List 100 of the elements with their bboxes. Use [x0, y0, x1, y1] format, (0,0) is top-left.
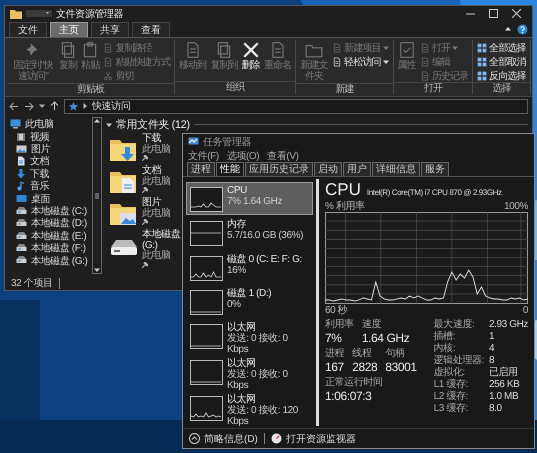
maximize-icon[interactable] [489, 9, 498, 18]
scroll-grip-icon [95, 192, 99, 198]
ribbon-button[interactable]: 轻松访问 [332, 55, 389, 68]
detail-label: 逻辑处理器: [434, 355, 484, 366]
tab[interactable]: 详细信息 [372, 162, 420, 176]
resource-item[interactable]: 磁盘 1 (D:) 0% [186, 284, 313, 318]
stat-label: 线程 [352, 348, 373, 360]
menu-item[interactable]: 选项(O) [226, 148, 260, 162]
resource-item[interactable]: CPU 7% 1.64 GHz [186, 182, 313, 216]
detail-label: 虚拟化: [434, 367, 466, 378]
ribbon-tab[interactable]: 查看 [132, 22, 170, 37]
usage-sparkline [190, 324, 223, 349]
ribbon-button[interactable]: 反向选择 [477, 69, 526, 82]
back-arrow-icon[interactable] [9, 102, 19, 110]
grid-icon [477, 42, 488, 52]
scroll-bar[interactable] [92, 117, 102, 274]
detail-label: L1 缓存: [434, 379, 469, 390]
stat-label: 进程 [325, 348, 344, 360]
drive-icon [16, 243, 27, 254]
resource-item[interactable]: 内存 5.7/16.0 GB (36%) [186, 216, 313, 250]
fewer-details-link[interactable]: 简略信息(D) [189, 432, 258, 446]
menu-item[interactable]: 文件(F) [188, 148, 219, 162]
usage-sparkline [190, 290, 223, 315]
resource-title: CPU [325, 180, 361, 200]
detail-label: L2 缓存: [434, 391, 469, 402]
nav-item[interactable]: 此电脑 [10, 118, 92, 130]
download-arrow-icon [16, 168, 26, 179]
window-title: 文件资源管理器 [56, 8, 124, 20]
ribbon-group-label: 选择 [473, 82, 530, 95]
ribbon-button[interactable]: 全部取消 [477, 55, 526, 68]
resource-item[interactable]: 以太网 发送: 0 接收: 0 Kbps [186, 355, 313, 390]
scroll-up-icon [94, 118, 100, 124]
image-icon [16, 144, 27, 154]
close-icon[interactable] [512, 9, 521, 18]
nav-item[interactable]: 下载 [10, 168, 92, 180]
resource-item[interactable]: 磁盘 0 (C: E: F: G: 16% [186, 250, 313, 284]
detail-label: 插槽: [434, 331, 456, 342]
scroll-down-icon [94, 267, 100, 273]
drive-icon [16, 255, 27, 266]
detail-label: 内核: [434, 343, 456, 354]
nav-item[interactable]: 本地磁盘 (D:) [10, 217, 92, 230]
detail-value: 1.0 MB [488, 391, 520, 403]
tab[interactable]: 性能 [216, 162, 244, 176]
tab[interactable]: 用户 [343, 162, 371, 176]
music-note-icon [16, 181, 26, 192]
folder-item[interactable]: 本地磁盘 (G:) 此电脑 [106, 230, 186, 270]
nav-item[interactable]: 文档 [10, 155, 92, 168]
folder-item[interactable]: 下载 此电脑 [106, 134, 171, 164]
ribbon-tab[interactable]: 文件 [9, 22, 47, 37]
drive-icon [16, 206, 27, 216]
usage-sparkline [190, 256, 223, 280]
folder-item[interactable]: 图片 此电脑 [106, 198, 171, 228]
page-icon [420, 42, 430, 52]
ribbon-tab[interactable]: 主页 [50, 22, 88, 37]
detail-value: 8.0 [488, 403, 503, 415]
nav-item[interactable]: 图片 [10, 142, 92, 156]
nav-item[interactable]: 桌面 [10, 192, 92, 205]
stat-value: 1:06:07:3 [325, 389, 372, 404]
grid-icon [477, 70, 488, 80]
nav-item[interactable]: 本地磁盘 (E:) [10, 230, 92, 242]
usage-sparkline [190, 360, 223, 385]
ribbon-group-label: 组织 [175, 81, 296, 94]
nav-item[interactable]: 音乐 [10, 180, 92, 192]
stat-value: 2828 [352, 360, 378, 375]
nav-item[interactable]: 本地磁盘 (C:) [10, 204, 92, 218]
stat-label: 句柄 [385, 348, 406, 360]
tab[interactable]: 进程 [187, 162, 215, 176]
nav-item[interactable]: 视频 [10, 130, 92, 143]
resource-item[interactable]: 以太网 发送: 0 接收: 120 Kbps [186, 391, 313, 426]
forward-arrow-icon[interactable] [24, 102, 34, 110]
ribbon-tab[interactable]: 共享 [91, 22, 129, 37]
resource-monitor-link[interactable]: 打开资源监视器 [270, 432, 356, 446]
tab[interactable]: 应用历史记录 [245, 162, 313, 176]
ribbon-button[interactable]: 全部选择 [477, 41, 526, 54]
stat-label: 正常运行时间 [325, 377, 384, 389]
stat-value: 1.64 GHz [362, 331, 410, 346]
film-icon [16, 132, 26, 142]
page-icon [420, 56, 430, 66]
address-field[interactable]: 快速访问 [64, 98, 528, 114]
page-icon [332, 56, 342, 66]
grid-icon [477, 56, 488, 66]
nav-item[interactable]: 本地磁盘 (G:) [10, 254, 92, 267]
ribbon-button[interactable]: 删除 [242, 40, 260, 72]
help-icon[interactable] [517, 24, 528, 34]
resource-item[interactable]: 以太网 发送: 0 接收: 0 Kbps [186, 319, 313, 354]
task-manager-icon [188, 137, 199, 146]
star-icon [69, 102, 78, 110]
detail-value: 2.93 GHz [488, 319, 528, 331]
tab[interactable]: 服务 [421, 162, 449, 176]
section-title: 常用文件夹 (12) [116, 118, 190, 132]
menu-item[interactable]: 查看(V) [267, 148, 299, 162]
up-arrow-icon[interactable] [50, 101, 59, 111]
nav-item[interactable]: 本地磁盘 (F:) [10, 242, 92, 254]
detail-value: 已启用 [488, 367, 519, 379]
drive-icon [16, 218, 27, 228]
folder-item[interactable]: 文档 此电脑 [106, 166, 171, 196]
tab[interactable]: 启动 [314, 162, 342, 176]
axis-label: 0 [522, 304, 528, 316]
stat-label: 速度 [362, 319, 382, 331]
document-icon [16, 156, 26, 166]
